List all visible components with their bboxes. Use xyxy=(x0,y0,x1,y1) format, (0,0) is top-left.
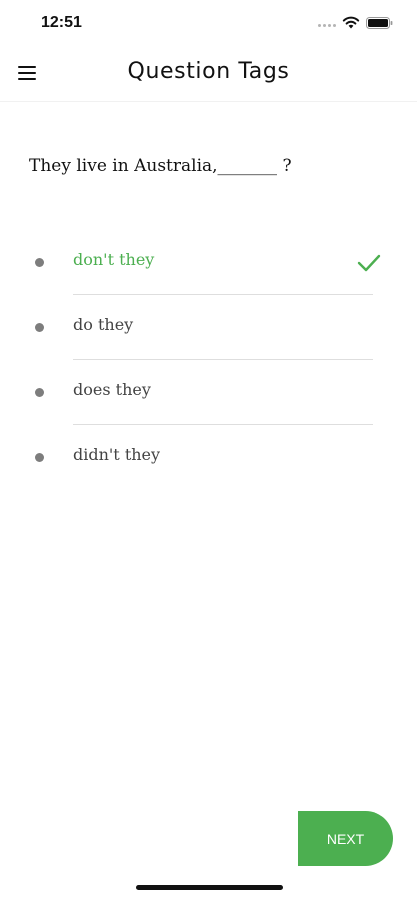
answer-options: don't they do they does they didn't they xyxy=(0,230,417,490)
bullet-icon xyxy=(35,323,44,332)
answer-option[interactable]: didn't they xyxy=(0,425,417,490)
cellular-signal-icon xyxy=(318,24,338,28)
next-button[interactable]: NEXT xyxy=(298,811,393,866)
battery-icon xyxy=(366,17,393,29)
answer-option[interactable]: do they xyxy=(0,295,417,360)
quiz-screen: 12:51 Question Tags They live in Austral… xyxy=(0,0,417,900)
answer-option-label: don't they xyxy=(73,250,155,269)
home-indicator[interactable] xyxy=(136,885,283,890)
status-time: 12:51 xyxy=(41,14,82,31)
bullet-icon xyxy=(35,453,44,462)
answer-option[interactable]: does they xyxy=(0,360,417,425)
bullet-icon xyxy=(35,258,44,267)
bullet-icon xyxy=(35,388,44,397)
page-title: Question Tags xyxy=(127,59,290,84)
status-bar: 12:51 xyxy=(0,0,417,46)
answer-option-label: didn't they xyxy=(73,445,161,464)
answer-option-label: does they xyxy=(73,380,151,399)
wifi-icon xyxy=(342,16,360,29)
answer-option-label: do they xyxy=(73,315,134,334)
question-text: They live in Australia,_______ ? xyxy=(29,156,292,176)
answer-option[interactable]: don't they xyxy=(0,230,417,295)
app-header: Question Tags xyxy=(0,46,417,102)
checkmark-icon xyxy=(357,254,381,272)
